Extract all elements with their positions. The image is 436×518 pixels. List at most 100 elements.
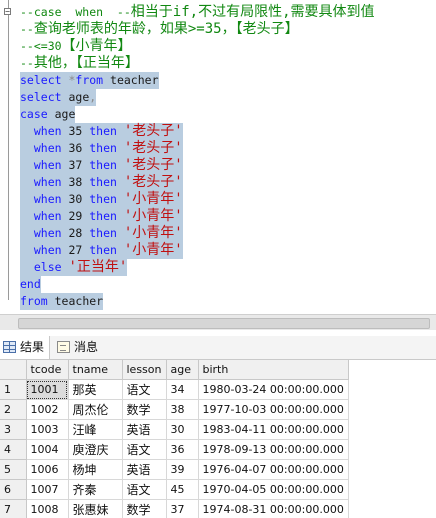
grid-cell[interactable]: 1974-08-31 00:00:00.000 xyxy=(198,499,349,518)
tab-results[interactable]: 结果 xyxy=(0,336,50,359)
code-area[interactable]: --case when --相当于if,不过有局限性,需要具体到值 --查询老师表… xyxy=(20,4,375,310)
grid-cell[interactable]: 张惠妹 xyxy=(68,499,123,518)
code-line[interactable]: select *from teacher xyxy=(20,72,375,89)
table-row[interactable]: 4 1004 庾澄庆 语文 36 1978-09-13 00:00:00.000 xyxy=(0,439,349,460)
code-line[interactable]: when 38 then '老头子' xyxy=(20,174,375,191)
sql-editor[interactable]: − --case when --相当于if,不过有局限性,需要具体到值 --查询老… xyxy=(0,0,436,314)
code-line[interactable]: when 35 then '老头子' xyxy=(20,123,375,140)
grid-cell[interactable]: 1977-10-03 00:00:00.000 xyxy=(198,399,349,420)
grid-cell[interactable]: 语文 xyxy=(122,379,167,400)
grid-cell[interactable]: 1007 xyxy=(26,479,69,500)
column-header[interactable]: birth xyxy=(198,360,349,380)
code-line[interactable]: from teacher xyxy=(20,293,375,310)
code-token: when xyxy=(20,174,69,191)
grid-cell[interactable]: 语文 xyxy=(122,439,167,460)
grid-cell[interactable]: 37 xyxy=(166,499,199,518)
row-number[interactable]: 6 xyxy=(0,479,27,500)
scrollbar-thumb[interactable] xyxy=(18,318,430,329)
code-line[interactable]: when 37 then '老头子' xyxy=(20,157,375,174)
table-row[interactable]: 5 1006 杨坤 英语 39 1976-04-07 00:00:00.000 xyxy=(0,459,349,480)
code-token: from xyxy=(75,72,111,89)
grid-cell[interactable]: 英语 xyxy=(122,419,167,440)
grid-cell[interactable]: 1976-04-07 00:00:00.000 xyxy=(198,459,349,480)
code-token: 35 xyxy=(68,123,90,140)
code-line[interactable]: when 27 then '小青年' xyxy=(20,242,375,259)
code-line[interactable]: select age, xyxy=(20,89,375,106)
grid-cell[interactable]: 39 xyxy=(166,459,199,480)
code-token: 【小青年】 xyxy=(61,38,132,54)
editor-horizontal-scrollbar[interactable] xyxy=(0,314,436,330)
grid-cell[interactable]: 那英 xyxy=(68,379,123,400)
table-row[interactable]: 2 1002 周杰伦 数学 38 1977-10-03 00:00:00.000 xyxy=(0,399,349,420)
grid-cell[interactable]: 1980-03-24 00:00:00.000 xyxy=(198,379,349,400)
column-header[interactable]: tname xyxy=(68,360,123,380)
code-token: '老头子' xyxy=(123,140,183,157)
code-line[interactable]: when 30 then '小青年' xyxy=(20,191,375,208)
row-number[interactable]: 2 xyxy=(0,399,27,420)
column-header[interactable]: lesson xyxy=(122,360,167,380)
grid-cell[interactable]: 汪峰 xyxy=(68,419,123,440)
grid-cell[interactable]: 1006 xyxy=(26,459,69,480)
grid-cell[interactable]: 1001 xyxy=(26,379,69,400)
code-line[interactable]: when 36 then '老头子' xyxy=(20,140,375,157)
row-number[interactable]: 4 xyxy=(0,439,27,460)
column-header[interactable]: age xyxy=(166,360,199,380)
grid-cell[interactable]: 1978-09-13 00:00:00.000 xyxy=(198,439,349,460)
message-icon xyxy=(57,341,70,353)
table-row[interactable]: 3 1003 汪峰 英语 30 1983-04-11 00:00:00.000 xyxy=(0,419,349,440)
code-line[interactable]: --查询老师表的年龄，如果>=35，【老头子】 xyxy=(20,21,375,38)
results-grid[interactable]: tcode tname lesson age birth 1 1001 那英 语文 34 1980… xyxy=(0,360,436,518)
code-line[interactable]: --其他，【正当年】 xyxy=(20,55,375,72)
tab-messages[interactable]: 消息 xyxy=(54,336,108,359)
code-line[interactable]: case age xyxy=(20,106,375,123)
table-row[interactable]: 1 1001 那英 语文 34 1980-03-24 00:00:00.000 xyxy=(0,379,349,400)
grid-cell[interactable]: 1003 xyxy=(26,419,69,440)
grid-cell[interactable]: 36 xyxy=(166,439,199,460)
grid-cell[interactable]: 1970-04-05 00:00:00.000 xyxy=(198,479,349,500)
code-token: select xyxy=(20,89,69,106)
grid-cell[interactable]: 英语 xyxy=(122,459,167,480)
code-token: when xyxy=(20,242,69,259)
code-line[interactable]: when 28 then '小青年' xyxy=(20,225,375,242)
grid-cell[interactable]: 庾澄庆 xyxy=(68,439,123,460)
grid-cell[interactable]: 齐秦 xyxy=(68,479,123,500)
grid-cell[interactable]: 1983-04-11 00:00:00.000 xyxy=(198,419,349,440)
row-number[interactable]: 1 xyxy=(0,379,27,400)
table-row[interactable]: 7 1008 张惠妹 数学 37 1974-08-31 00:00:00.000 xyxy=(0,499,349,518)
code-line[interactable]: end xyxy=(20,276,375,293)
grid-cell[interactable]: 杨坤 xyxy=(68,459,123,480)
code-token: age xyxy=(54,106,76,123)
row-number[interactable]: 3 xyxy=(0,419,27,440)
row-number[interactable]: 5 xyxy=(0,459,27,480)
grid-cell[interactable]: 语文 xyxy=(122,479,167,500)
table-row[interactable]: 6 1007 齐秦 语文 45 1970-04-05 00:00:00.000 xyxy=(0,479,349,500)
grid-cell[interactable]: 周杰伦 xyxy=(68,399,123,420)
grid-cell[interactable]: 30 xyxy=(166,419,199,440)
grid-cell[interactable]: 38 xyxy=(166,399,199,420)
grid-cell[interactable]: 45 xyxy=(166,479,199,500)
code-token: teacher xyxy=(54,293,104,310)
code-token: teacher xyxy=(110,72,159,89)
column-header[interactable]: tcode xyxy=(26,360,69,380)
collapse-icon[interactable]: − xyxy=(4,8,11,16)
code-token: then xyxy=(89,225,124,242)
grid-cell[interactable]: 1002 xyxy=(26,399,69,420)
row-number[interactable]: 7 xyxy=(0,499,27,518)
code-token: 30 xyxy=(68,191,90,208)
code-token: from xyxy=(20,293,55,310)
row-header-corner[interactable] xyxy=(0,360,27,380)
code-line[interactable]: else '正当年' xyxy=(20,259,375,276)
grid-cell[interactable]: 数学 xyxy=(122,399,167,420)
grid-cell[interactable]: 1004 xyxy=(26,439,69,460)
code-line[interactable]: --case when --相当于if,不过有局限性,需要具体到值 xyxy=(20,4,375,21)
code-line[interactable]: --<=30【小青年】 xyxy=(20,38,375,55)
grid-cell[interactable]: 1008 xyxy=(26,499,69,518)
grid-cell[interactable]: 34 xyxy=(166,379,199,400)
code-line[interactable]: when 29 then '小青年' xyxy=(20,208,375,225)
code-token: when xyxy=(20,225,69,242)
code-token: 29 xyxy=(68,208,90,225)
grid-cell[interactable]: 数学 xyxy=(122,499,167,518)
code-token: 相当于if,不过有局限性,需要具体到值 xyxy=(130,4,375,20)
code-token: '老头子' xyxy=(123,174,183,191)
code-token: when xyxy=(20,208,69,225)
